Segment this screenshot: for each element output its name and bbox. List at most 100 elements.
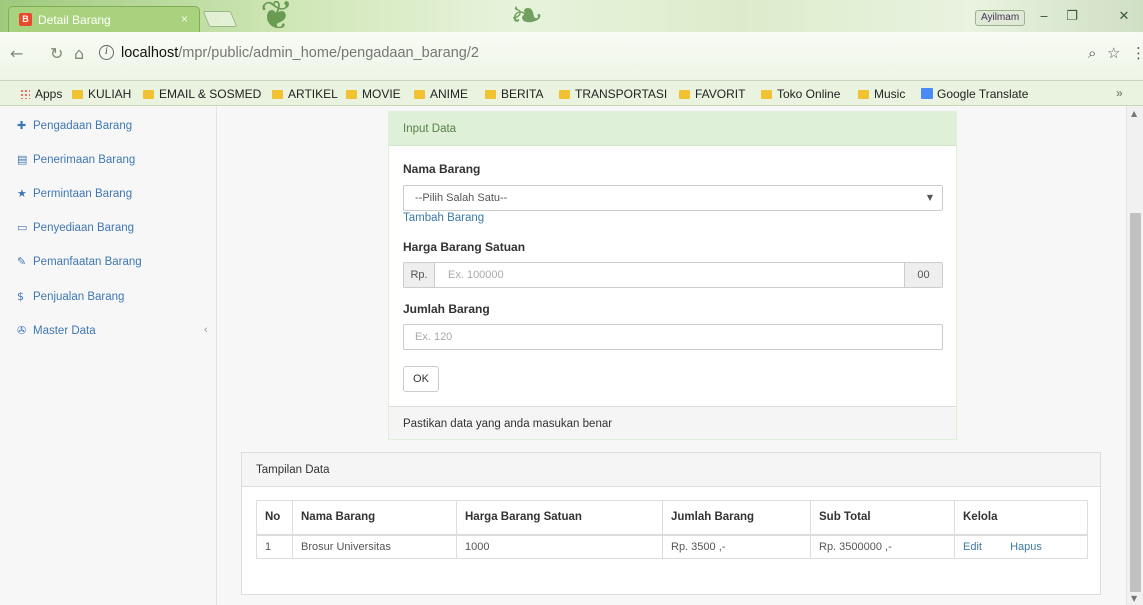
- sidebar: ✚ Pengadaan Barang ▤ Penerimaan Barang ★ Pe…: [0, 106, 217, 605]
- edit-link[interactable]: Edit: [963, 541, 982, 553]
- panel-heading: Tampilan Data: [242, 453, 1100, 487]
- sidebar-item-master-data[interactable]: ✇ Master Data: [17, 324, 96, 344]
- panel-heading: Input Data: [389, 112, 956, 146]
- home-icon[interactable]: ⌂: [74, 44, 84, 63]
- table-header-row: No Nama Barang Harga Barang Satuan Jumla…: [256, 500, 1088, 536]
- google-translate-icon: [921, 88, 933, 99]
- edit-icon: ✎: [17, 255, 27, 268]
- data-table: No Nama Barang Harga Barang Satuan Jumla…: [256, 500, 1088, 559]
- address-bar-row: ← ↻ ⌂ i localhost/mpr/public/admin_home/…: [0, 32, 1143, 81]
- menu-icon[interactable]: ⋮: [1131, 44, 1143, 62]
- panel-title: Input Data: [403, 123, 457, 135]
- bookmark-apps[interactable]: Apps: [20, 87, 62, 101]
- bookmark-kuliah[interactable]: KULIAH: [72, 87, 131, 101]
- folder-icon: [414, 90, 425, 99]
- bookmark-email-sosmed[interactable]: EMAIL & SOSMED: [143, 87, 261, 101]
- cell-no: 1: [256, 534, 293, 559]
- bookmark-berita[interactable]: BERITA: [485, 87, 543, 101]
- sidebar-item-permintaan[interactable]: ★ Permintaan Barang: [17, 187, 132, 207]
- scroll-down-icon[interactable]: ▼: [1131, 594, 1137, 603]
- star-icon: ★: [17, 187, 27, 200]
- folder-icon: [272, 90, 283, 99]
- browser-titlebar: ❦ ❧ B Detail Barang × Ayilmam ‒ ❐ ✕: [0, 0, 1143, 32]
- harga-input-group: Rp. Ex. 100000 00: [403, 262, 943, 288]
- tab-close-icon[interactable]: ×: [181, 12, 188, 26]
- folder-icon: [143, 90, 154, 99]
- column-header: Nama Barang: [292, 500, 457, 536]
- folder-icon: [346, 90, 357, 99]
- ok-button[interactable]: OK: [403, 366, 439, 392]
- panel-footer: Pastikan data yang anda masukan benar: [389, 406, 956, 439]
- sidebar-item-pemanfaatan[interactable]: ✎ Pemanfaatan Barang: [17, 255, 142, 275]
- folder-icon: [485, 90, 496, 99]
- sidebar-item-pengadaan[interactable]: ✚ Pengadaan Barang: [17, 119, 132, 139]
- new-tab-button[interactable]: [202, 11, 238, 27]
- cell-nama: Brosur Universitas: [292, 534, 457, 559]
- apps-icon: [20, 89, 30, 99]
- bookmark-toko-online[interactable]: Toko Online: [761, 87, 840, 101]
- column-header: No: [256, 500, 293, 536]
- bookmark-movie[interactable]: MOVIE: [346, 87, 401, 101]
- zoom-icon[interactable]: ⌕: [1088, 44, 1096, 62]
- sidebar-item-penjualan[interactable]: $ Penjualan Barang: [17, 290, 124, 310]
- maximize-icon[interactable]: ❐: [1061, 8, 1083, 26]
- minimize-icon[interactable]: ‒: [1033, 8, 1055, 26]
- close-window-icon[interactable]: ✕: [1113, 8, 1135, 26]
- table-row: 1 Brosur Universitas 1000 Rp. 3500 ,- Rp…: [256, 534, 1088, 559]
- page-viewport: ✚ Pengadaan Barang ▤ Penerimaan Barang ★ Pe…: [0, 106, 1143, 605]
- bs-icon: B: [19, 13, 32, 26]
- vertical-scrollbar[interactable]: ▲ ▼: [1126, 106, 1143, 605]
- hapus-link[interactable]: Hapus: [1010, 541, 1042, 553]
- sidebar-item-penerimaan[interactable]: ▤ Penerimaan Barang: [17, 153, 135, 173]
- folder-icon: [679, 90, 690, 99]
- url-text[interactable]: localhost/mpr/public/admin_home/pengadaa…: [121, 45, 479, 61]
- back-icon[interactable]: ←: [10, 44, 23, 63]
- chevron-left-icon: ‹: [204, 324, 208, 336]
- folder-icon: [858, 90, 869, 99]
- tab-title: Detail Barang: [38, 13, 111, 27]
- select-value: --Pilih Salah Satu--: [415, 192, 508, 204]
- jumlah-placeholder: Ex. 120: [415, 331, 453, 343]
- bookmark-star-icon[interactable]: ☆: [1107, 44, 1120, 62]
- input-data-panel: Input Data Nama Barang --Pilih Salah Sat…: [388, 111, 957, 440]
- nama-barang-select[interactable]: --Pilih Salah Satu-- ▼: [403, 185, 943, 211]
- column-header: Sub Total: [810, 500, 955, 536]
- vine-decoration: ❦: [260, 0, 294, 32]
- column-header: Jumlah Barang: [662, 500, 811, 536]
- cell-jumlah: Rp. 3500 ,-: [662, 534, 811, 559]
- cell-kelola: Edit Hapus: [954, 534, 1088, 559]
- rp-prefix-addon: Rp.: [404, 263, 435, 287]
- tambah-barang-link[interactable]: Tambah Barang: [403, 212, 484, 224]
- profile-badge[interactable]: Ayilmam: [975, 10, 1026, 26]
- wrench-icon: ✇: [17, 324, 27, 337]
- browser-tab[interactable]: B Detail Barang ×: [8, 6, 200, 32]
- vine-decoration: ❧: [510, 0, 544, 32]
- column-header: Harga Barang Satuan: [456, 500, 663, 536]
- bookmarks-bar: Apps KULIAH EMAIL & SOSMED ARTIKEL MOVIE…: [0, 81, 1143, 106]
- scroll-up-icon[interactable]: ▲: [1131, 109, 1137, 118]
- bookmark-artikel[interactable]: ARTIKEL: [272, 87, 338, 101]
- folder-icon: [761, 90, 772, 99]
- omnibox[interactable]: i localhost/mpr/public/admin_home/pengad…: [99, 42, 1034, 66]
- bookmarks-more-button[interactable]: »: [1116, 86, 1123, 100]
- jumlah-input[interactable]: Ex. 120: [403, 324, 943, 350]
- harga-barang-label: Harga Barang Satuan: [403, 240, 526, 254]
- bookmark-google-translate[interactable]: Google Translate: [921, 87, 1028, 101]
- cell-subtotal: Rp. 3500000 ,-: [810, 534, 955, 559]
- jumlah-barang-label: Jumlah Barang: [403, 302, 490, 316]
- column-header: Kelola: [954, 500, 1088, 536]
- decimal-suffix-addon: 00: [904, 263, 942, 287]
- scroll-thumb[interactable]: [1130, 213, 1141, 592]
- sidebar-item-penyediaan[interactable]: ▭ Penyediaan Barang: [17, 221, 134, 241]
- folder-icon: [559, 90, 570, 99]
- cell-harga: 1000: [456, 534, 663, 559]
- reload-icon[interactable]: ↻: [50, 44, 63, 63]
- folder-icon: [72, 90, 83, 99]
- bookmark-favorit[interactable]: FAVORIT: [679, 87, 745, 101]
- table-icon: ▤: [17, 153, 28, 166]
- bookmark-transportasi[interactable]: TRANSPORTASI: [559, 87, 667, 101]
- bookmark-anime[interactable]: ANIME: [414, 87, 468, 101]
- info-icon[interactable]: i: [99, 45, 114, 60]
- harga-input[interactable]: Ex. 100000: [448, 269, 504, 281]
- bookmark-music[interactable]: Music: [858, 87, 905, 101]
